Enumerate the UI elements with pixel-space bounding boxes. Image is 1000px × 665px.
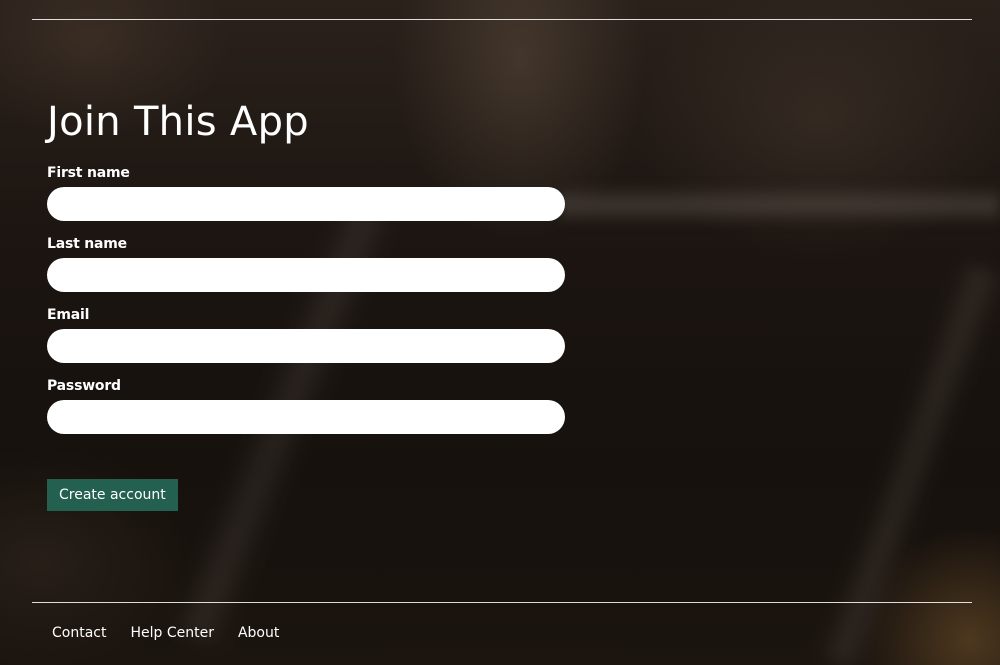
first-name-field-group: First name (47, 164, 567, 221)
footer-link-contact[interactable]: Contact (52, 623, 106, 643)
password-field-group: Password (47, 377, 567, 434)
email-input[interactable] (47, 329, 565, 363)
last-name-input[interactable] (47, 258, 565, 292)
first-name-input[interactable] (47, 187, 565, 221)
bottom-divider (32, 602, 972, 603)
email-label: Email (47, 307, 90, 323)
page-title: Join This App (47, 99, 309, 145)
create-account-button[interactable]: Create account (47, 479, 178, 511)
footer-link-help-center[interactable]: Help Center (130, 623, 214, 643)
signup-form: First name Last name Email Password Crea… (47, 164, 567, 511)
footer-link-about[interactable]: About (238, 623, 279, 643)
footer-nav: Contact Help Center About (52, 623, 279, 643)
last-name-label: Last name (47, 236, 127, 252)
password-input[interactable] (47, 400, 565, 434)
password-label: Password (47, 378, 121, 394)
background-light-streak (560, 185, 1000, 225)
top-divider (32, 19, 972, 20)
email-field-group: Email (47, 306, 567, 363)
signup-form-section: Join This App First name Last name Email… (47, 98, 567, 511)
first-name-label: First name (47, 165, 130, 181)
last-name-field-group: Last name (47, 235, 567, 292)
